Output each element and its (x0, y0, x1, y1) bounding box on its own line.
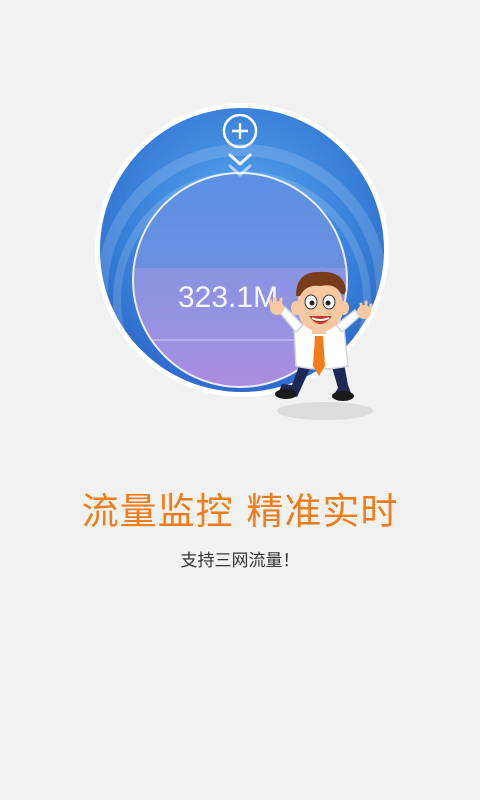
gauge-value: 323.1M (178, 281, 278, 314)
subtitle: 支持三网流量！ (180, 551, 300, 571)
illustration: 323.1M (95, 103, 389, 420)
headline: 流量监控 精准实时 (81, 490, 399, 533)
